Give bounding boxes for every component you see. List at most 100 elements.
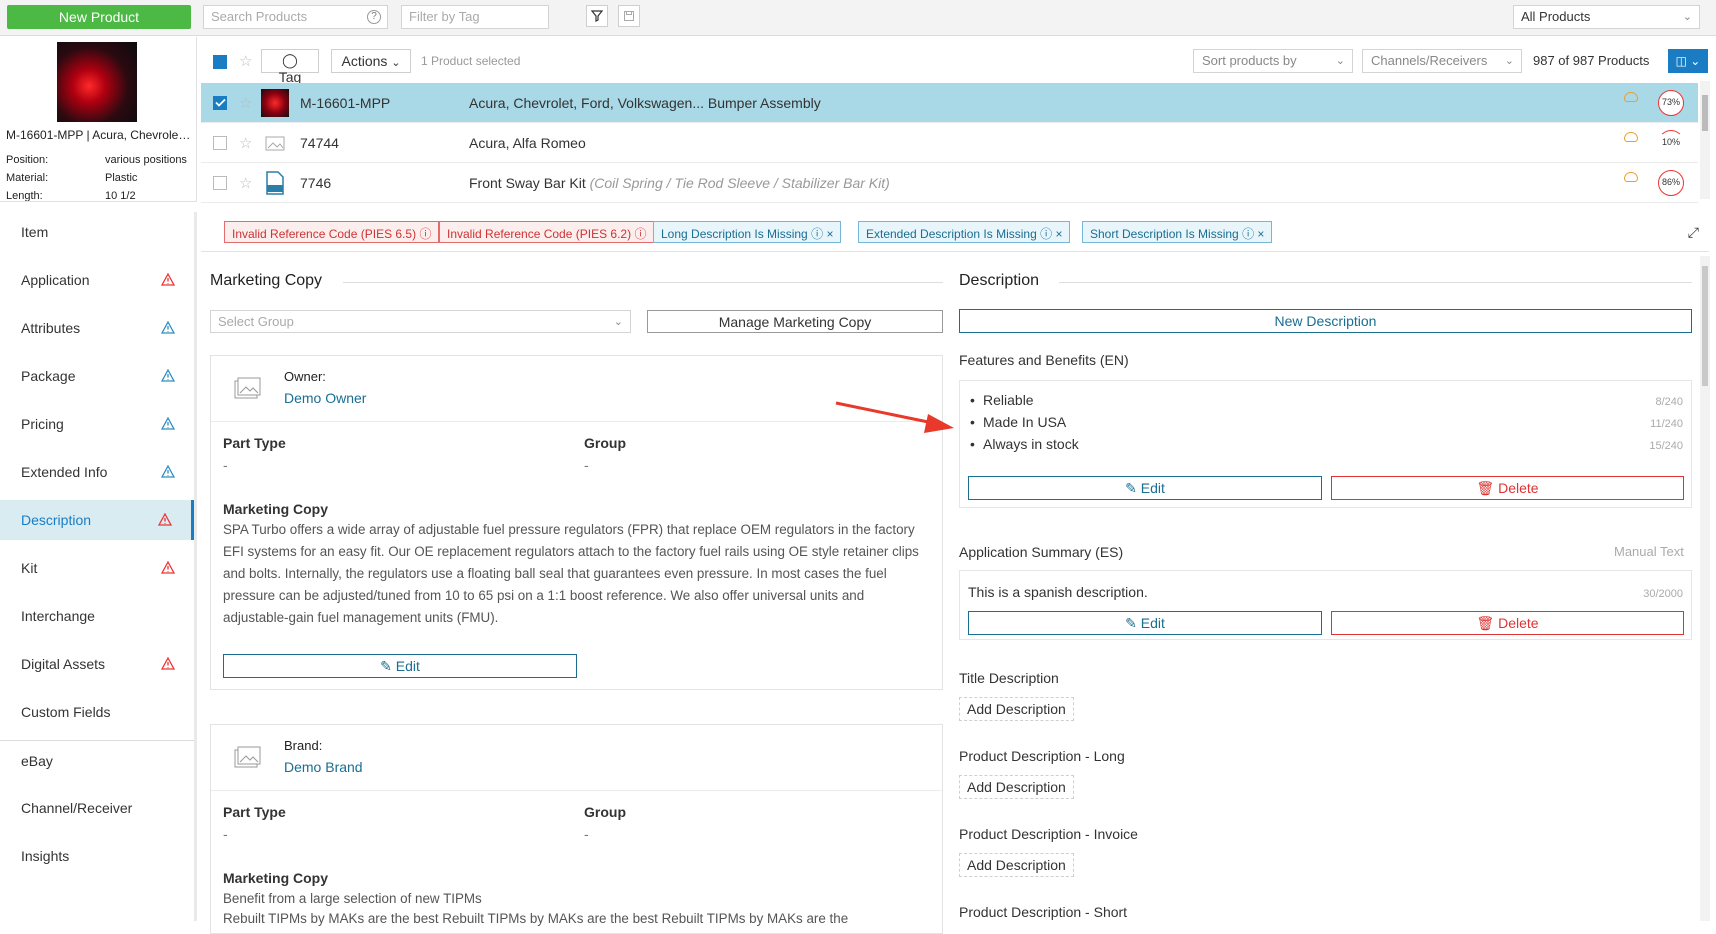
table-row[interactable]: ☆ 74744 Acura, Alfa Romeo 10% [201, 123, 1698, 163]
info-icon[interactable]: ⓘ [1040, 227, 1052, 241]
sidebar-item-digital-assets[interactable]: Digital Assets [0, 644, 194, 684]
pencil-icon: ✎ [380, 657, 392, 674]
features-card: Reliable 8/240 Made In USA 11/240 Always… [959, 380, 1692, 508]
sidebar-item-insights[interactable]: Insights [0, 836, 194, 876]
info-icon[interactable]: ⓘ [1242, 227, 1254, 241]
document-icon [261, 169, 289, 197]
star-icon[interactable]: ☆ [239, 174, 252, 192]
select-all-checkbox[interactable] [213, 55, 227, 69]
owner-link[interactable]: Demo Owner [284, 390, 366, 406]
warning-icon [158, 513, 172, 526]
edit-button[interactable]: ✎ Edit [968, 611, 1322, 635]
edit-button[interactable]: ✎ Edit [223, 654, 577, 678]
delete-button[interactable]: 🗑 Delete [1331, 611, 1684, 635]
issue-tag[interactable]: Extended Description Is Missing ⓘ × [858, 221, 1071, 243]
issue-tag[interactable]: Invalid Reference Code (PIES 6.5) ⓘ [224, 221, 440, 243]
group-value: - [584, 457, 589, 473]
close-icon[interactable]: × [1055, 227, 1062, 241]
part-description: Front Sway Bar Kit (Coil Spring / Tie Ro… [469, 175, 890, 191]
title-description-label: Title Description [959, 670, 1059, 686]
sidebar-item-item[interactable]: Item [0, 212, 194, 252]
expand-icon[interactable]: ⤢ [1688, 224, 1699, 241]
warning-icon [161, 369, 175, 382]
pencil-icon: ✎ [1125, 479, 1137, 496]
char-count: 30/2000 [1643, 588, 1683, 600]
sort-products-select[interactable]: Sort products by ⌄ [1193, 49, 1353, 73]
star-icon[interactable]: ☆ [239, 52, 252, 70]
channels-receivers-select[interactable]: Channels/Receivers ⌄ [1362, 49, 1522, 73]
completion-badge: 10% [1658, 130, 1684, 156]
group-label: Group [584, 435, 626, 451]
help-icon[interactable]: ? [367, 10, 381, 24]
sidebar-item-package[interactable]: Package [0, 356, 194, 396]
delete-button[interactable]: 🗑 Delete [1331, 476, 1684, 500]
tag-icon: ◯ [282, 52, 298, 68]
info-icon[interactable]: ⓘ [811, 227, 823, 241]
list-item: Reliable [970, 392, 1033, 408]
completion-badge: 86% [1658, 170, 1684, 196]
char-count: 11/240 [1650, 418, 1683, 430]
add-description-button[interactable]: Add Description [959, 697, 1074, 721]
marketing-copy-card: Brand: Demo Brand Part Type - Group - Ma… [210, 724, 943, 934]
chevron-down-icon: ⌄ [1682, 11, 1692, 23]
group-value: - [584, 826, 589, 842]
sidebar-item-description[interactable]: Description [0, 500, 194, 540]
list-scrollbar[interactable] [1700, 81, 1710, 199]
save-filter-icon[interactable] [618, 5, 640, 27]
tag-filter-input[interactable]: Filter by Tag [401, 5, 549, 29]
sidebar-item-attributes[interactable]: Attributes [0, 308, 194, 348]
list-item: Always in stock [970, 436, 1079, 452]
info-icon[interactable]: ⓘ [419, 227, 431, 241]
app-summary-title: Application Summary (ES) [959, 544, 1124, 560]
marketing-copy-label: Marketing Copy [223, 870, 329, 886]
new-product-button[interactable]: New Product [7, 5, 191, 29]
manage-marketing-copy-button[interactable]: Manage Marketing Copy [647, 310, 943, 333]
sidebar-item-application[interactable]: Application [0, 260, 194, 300]
table-row[interactable]: ☆ 7746 Front Sway Bar Kit (Coil Spring /… [201, 163, 1698, 203]
sidebar-item-kit[interactable]: Kit [0, 548, 194, 588]
chevron-down-icon: ⌄ [613, 316, 623, 328]
manual-text-label: Manual Text [1614, 544, 1684, 559]
star-icon[interactable]: ☆ [239, 94, 252, 112]
actions-dropdown[interactable]: Actions ⌄ [331, 49, 411, 73]
issue-tag[interactable]: Invalid Reference Code (PIES 6.2) ⓘ [439, 221, 655, 243]
search-placeholder: Search Products [211, 9, 308, 24]
edit-button[interactable]: ✎ Edit [968, 476, 1322, 500]
brand-link[interactable]: Demo Brand [284, 759, 363, 775]
sidebar-item-custom-fields[interactable]: Custom Fields [0, 692, 194, 732]
completion-badge: 73% [1658, 90, 1684, 116]
part-description: Acura, Alfa Romeo [469, 135, 586, 151]
table-row[interactable]: ☆ M-16601-MPP Acura, Chevrolet, Ford, Vo… [201, 83, 1698, 123]
product-image[interactable] [57, 42, 137, 122]
close-icon[interactable]: × [826, 227, 833, 241]
search-products-input[interactable]: Search Products ? [203, 5, 388, 29]
sidebar-item-ebay[interactable]: eBay [0, 741, 194, 781]
info-icon[interactable]: ⓘ [634, 227, 646, 241]
issue-tag[interactable]: Long Description Is Missing ⓘ × [653, 221, 842, 243]
star-icon[interactable]: ☆ [239, 134, 252, 152]
part-number: 74744 [300, 135, 339, 151]
row-checkbox[interactable] [213, 176, 227, 190]
warning-icon [161, 417, 175, 430]
row-checkbox[interactable] [213, 136, 227, 150]
select-group-dropdown[interactable]: Select Group ⌄ [210, 310, 631, 333]
sidebar-item-interchange[interactable]: Interchange [0, 596, 194, 636]
part-type-label: Part Type [223, 435, 286, 451]
sidebar-item-pricing[interactable]: Pricing [0, 404, 194, 444]
filter-icon[interactable] [586, 5, 608, 27]
preview-title: M-16601-MPP | Acura, Chevrolet, Ford, Vo… [6, 128, 191, 142]
char-count: 15/240 [1649, 440, 1683, 452]
all-products-select[interactable]: All Products ⌄ [1513, 5, 1700, 29]
chevron-down-icon: ⌄ [1335, 55, 1345, 67]
add-description-button[interactable]: Add Description [959, 775, 1074, 799]
view-toggle-button[interactable]: ◫ ⌄ [1668, 49, 1708, 73]
sidebar-item-extended-info[interactable]: Extended Info [0, 452, 194, 492]
tag-button[interactable]: ◯ Tag [261, 49, 319, 85]
content-scrollbar[interactable] [1700, 256, 1710, 921]
sidebar-item-channel-receiver[interactable]: Channel/Receiver [0, 788, 194, 828]
new-description-button[interactable]: New Description [959, 309, 1692, 333]
warning-icon [161, 657, 175, 670]
issue-tag[interactable]: Short Description Is Missing ⓘ × [1082, 221, 1273, 243]
close-icon[interactable]: × [1257, 227, 1264, 241]
add-description-button[interactable]: Add Description [959, 853, 1074, 877]
